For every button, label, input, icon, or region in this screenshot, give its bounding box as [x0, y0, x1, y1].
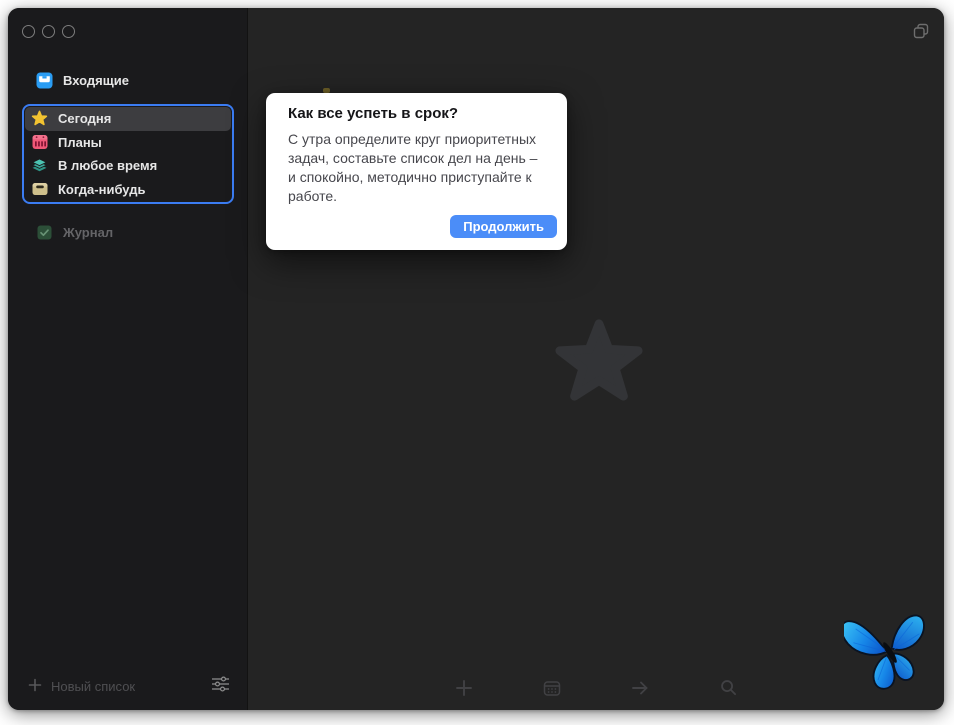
zoom-button[interactable]: [62, 25, 75, 38]
calendar-icon: [31, 134, 48, 150]
sidebar-item-logbook[interactable]: Журнал: [30, 220, 242, 244]
sidebar-footer: Новый список: [8, 668, 246, 710]
box-icon: [31, 182, 48, 196]
sidebar-item-someday[interactable]: Когда-нибудь: [25, 178, 231, 202]
minimize-button[interactable]: [42, 25, 55, 38]
plus-icon: [28, 678, 42, 695]
sidebar-item-anytime[interactable]: В любое время: [25, 154, 231, 178]
search-icon: [720, 679, 737, 701]
main-area: Как все успеть в срок? С утра определите…: [248, 8, 944, 710]
schedule-button[interactable]: [543, 679, 561, 702]
sidebar-item-inbox[interactable]: Входящие: [30, 68, 242, 92]
popover-title: Как все успеть в срок?: [288, 105, 459, 122]
butterfly-image: [840, 604, 936, 706]
today-star-watermark: [552, 316, 646, 411]
sidebar-item-label: Входящие: [63, 72, 129, 88]
move-button[interactable]: [631, 681, 649, 699]
sidebar-focus-group: Сегодня Планы В любое время Когда-нибудь: [22, 104, 234, 204]
sidebar-item-today[interactable]: Сегодня: [25, 107, 231, 131]
sidebar-item-label: Когда-нибудь: [58, 181, 146, 197]
popover-body: С утра определите круг приоритетных зада…: [288, 131, 538, 204]
sidebar-item-label: В любое время: [58, 158, 158, 174]
star-icon: [31, 110, 48, 127]
new-list-label: Новый список: [51, 678, 136, 694]
sidebar-item-label: Планы: [58, 134, 102, 150]
sidebar-item-label: Сегодня: [58, 111, 112, 127]
sidebar-item-upcoming[interactable]: Планы: [25, 131, 231, 155]
plus-icon: [455, 679, 473, 702]
inbox-icon: [36, 72, 53, 89]
continue-button[interactable]: Продолжить: [450, 215, 557, 238]
new-list-button[interactable]: Новый список: [28, 678, 135, 695]
close-button[interactable]: [22, 25, 35, 38]
traffic-lights: [22, 25, 75, 38]
sliders-icon: [211, 676, 230, 697]
sidebar-item-label: Журнал: [63, 224, 114, 240]
list-settings-button[interactable]: [211, 676, 230, 697]
app-window: Входящие Сегодня Планы В любое время Ког…: [8, 8, 944, 710]
calendar-icon: [543, 679, 561, 702]
search-button[interactable]: [719, 679, 737, 701]
add-task-button[interactable]: [455, 679, 473, 702]
onboarding-popover: Как все успеть в срок? С утра определите…: [266, 93, 567, 250]
window-tabs-icon[interactable]: [911, 21, 931, 41]
layers-icon: [31, 158, 48, 174]
sidebar: Входящие Сегодня Планы В любое время Ког…: [8, 8, 248, 710]
arrow-right-icon: [631, 679, 649, 702]
main-toolbar: [248, 676, 944, 704]
journal-check-icon: [36, 225, 53, 240]
